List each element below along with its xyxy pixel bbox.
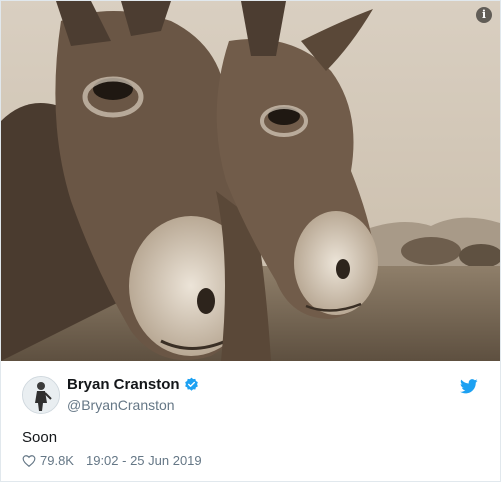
tweet-photo[interactable]: i xyxy=(1,1,500,361)
donkeys-photo xyxy=(1,1,500,361)
tweet-meta: 79.8K 19:02 - 25 Jun 2019 xyxy=(22,453,202,468)
twitter-bird-icon[interactable] xyxy=(460,379,478,394)
avatar-photo-icon xyxy=(23,377,59,413)
embedded-tweet-card: i Bryan Cranston @BryanCranston Soon 79.… xyxy=(0,0,501,482)
author-handle[interactable]: @BryanCranston xyxy=(67,397,175,413)
verified-badge-icon xyxy=(184,377,198,391)
author-name-row[interactable]: Bryan Cranston xyxy=(67,376,199,393)
avatar[interactable] xyxy=(22,376,60,414)
tweet-timestamp[interactable]: 19:02 - 25 Jun 2019 xyxy=(86,453,202,468)
like-count[interactable]: 79.8K xyxy=(40,453,74,468)
author-display-name[interactable]: Bryan Cranston xyxy=(67,376,180,393)
tweet-text: Soon xyxy=(22,429,58,446)
tweet-body: Bryan Cranston @BryanCranston Soon 79.8K… xyxy=(1,361,500,481)
heart-icon[interactable] xyxy=(22,454,36,468)
info-icon[interactable]: i xyxy=(476,7,492,23)
